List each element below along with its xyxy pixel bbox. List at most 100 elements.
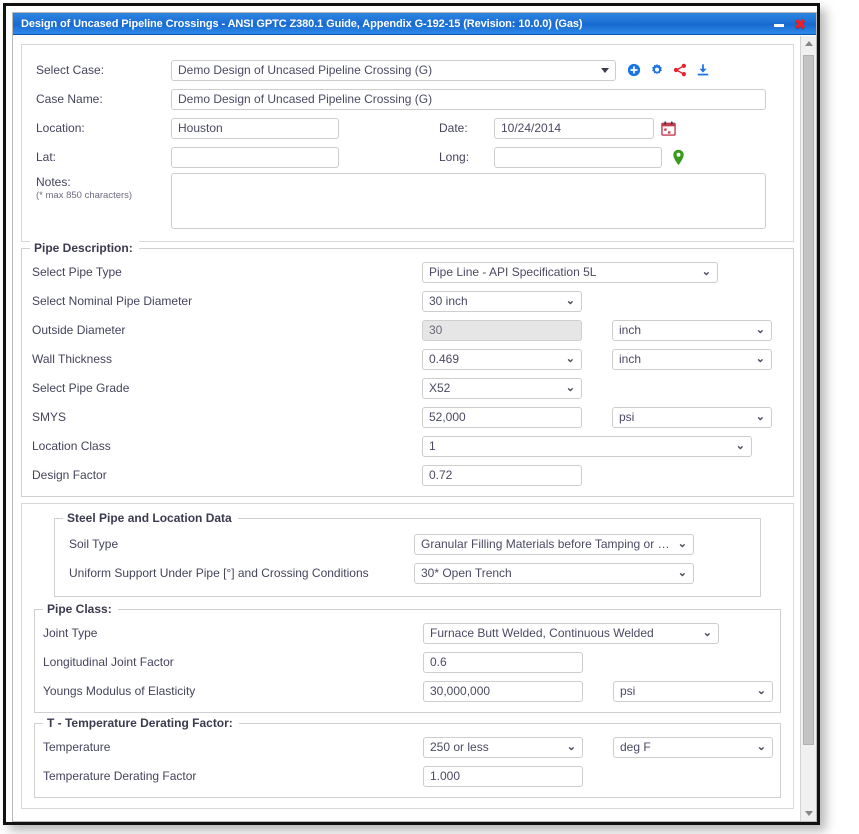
temperature-legend: T - Temperature Derating Factor:	[43, 716, 239, 730]
youngs-modulus-of-elasticity-unit-select[interactable]: psi ⌄	[613, 680, 773, 702]
location-input[interactable]: Houston	[171, 117, 339, 139]
date-input[interactable]: 10/24/2014	[494, 117, 654, 139]
soil-type-field[interactable]: Granular Filling Materials before Tampin…	[414, 533, 694, 555]
chevron-down-icon: ⌄	[677, 566, 687, 579]
map-pin-icon[interactable]	[672, 149, 685, 166]
uniform-support-under-pipe-and-crossing-conditions-field-value: 30* Open Trench	[421, 566, 512, 580]
window-outer-border: Design of Uncased Pipeline Crossings - A…	[3, 3, 820, 825]
steel-pipe-legend: Steel Pipe and Location Data	[63, 511, 238, 525]
longitudinal-joint-factor-field[interactable]: 0.6	[423, 651, 583, 673]
chevron-down-icon: ⌄	[565, 352, 575, 365]
location-class-label: Location Class	[32, 439, 111, 453]
long-input[interactable]	[494, 146, 662, 168]
uniform-support-under-pipe-and-crossing-conditions-label: Uniform Support Under Pipe [°] and Cross…	[69, 566, 369, 580]
notes-row: Notes: (* max 850 characters)	[36, 173, 779, 229]
youngs-modulus-of-elasticity-field[interactable]: 30,000,000	[423, 680, 583, 702]
case-toolbar	[627, 63, 710, 77]
select-pipe-type-label: Select Pipe Type	[32, 265, 122, 279]
location-value: Houston	[178, 121, 223, 135]
notes-textarea[interactable]	[171, 173, 766, 229]
temperature-derating-factor-row: Temperature Derating Factor 1.000	[43, 763, 774, 789]
select-pipe-grade-label: Select Pipe Grade	[32, 381, 130, 395]
pipe-description-panel: Pipe Description: Select Pipe Type Pipe L…	[21, 241, 794, 497]
chevron-down-icon	[804, 811, 813, 816]
vertical-scrollbar[interactable]	[800, 36, 816, 821]
temperature-derating-factor-field-value: 1.000	[430, 769, 461, 783]
chevron-down-icon: ⌄	[735, 439, 745, 452]
select-pipe-type-field[interactable]: Pipe Line - API Specification 5L ⌄	[422, 261, 718, 283]
select-nominal-pipe-diameter-label: Select Nominal Pipe Diameter	[32, 294, 193, 308]
temperature-derating-factor-label: Temperature Derating Factor	[43, 769, 197, 783]
add-circle-icon[interactable]	[627, 63, 641, 77]
calendar-icon[interactable]	[661, 121, 676, 136]
location-class-field[interactable]: 1 ⌄	[422, 435, 752, 457]
select-pipe-type-row: Select Pipe Type Pipe Line - API Specific…	[32, 259, 783, 285]
long-label: Long:	[439, 150, 470, 164]
joint-type-label: Joint Type	[43, 626, 98, 640]
scrollbar-track[interactable]	[801, 51, 816, 806]
close-icon[interactable]: ✖	[794, 17, 806, 31]
wall-thickness-field[interactable]: 0.469 ⌄	[422, 348, 582, 370]
youngs-modulus-of-elasticity-unit-select-value: psi	[620, 684, 636, 698]
window-title: Design of Uncased Pipeline Crossings - A…	[21, 17, 583, 30]
case-name-row: Case Name: Demo Design of Uncased Pipeli…	[36, 86, 779, 112]
select-case-dropdown[interactable]: Demo Design of Uncased Pipeline Crossing…	[171, 59, 616, 81]
uniform-support-under-pipe-and-crossing-conditions-row: Uniform Support Under Pipe [°] and Cross…	[69, 560, 750, 586]
select-case-value: Demo Design of Uncased Pipeline Crossing…	[178, 63, 433, 77]
scroll-down-button[interactable]	[801, 806, 816, 821]
smys-field[interactable]: 52,000	[422, 406, 582, 428]
temperature-rows: Temperature 250 or less ⌄ deg F ⌄ Temperature…	[43, 734, 774, 789]
case-name-label: Case Name:	[36, 92, 103, 106]
scrollbar-thumb[interactable]	[803, 55, 814, 745]
chevron-up-icon	[804, 41, 813, 46]
wall-thickness-unit-select[interactable]: inch ⌄	[612, 348, 772, 370]
design-factor-label: Design Factor	[32, 468, 107, 482]
pipe-class-fieldset: Pipe Class: Joint Type Furnace Butt Welde…	[34, 602, 781, 713]
outside-diameter-row: Outside Diameter 30 inch ⌄	[32, 317, 783, 343]
joint-type-field[interactable]: Furnace Butt Welded, Continuous Welded ⌄	[423, 622, 719, 644]
youngs-modulus-of-elasticity-label: Youngs Modulus of Elasticity	[43, 684, 196, 698]
temperature-row: Temperature 250 or less ⌄ deg F ⌄	[43, 734, 774, 760]
select-pipe-type-field-value: Pipe Line - API Specification 5L	[429, 265, 597, 279]
minimize-button[interactable]	[774, 23, 785, 27]
select-pipe-grade-field-value: X52	[429, 381, 451, 395]
location-date-row: Location: Houston Date: 10/24/2014	[36, 115, 779, 141]
design-factor-row: Design Factor 0.72	[32, 462, 783, 488]
scroll-up-button[interactable]	[801, 36, 816, 51]
outside-diameter-unit-select[interactable]: inch ⌄	[612, 319, 772, 341]
case-panel: Select Case: Demo Design of Uncased Pipe…	[21, 44, 794, 242]
case-name-value: Demo Design of Uncased Pipeline Crossing…	[178, 92, 433, 106]
select-nominal-pipe-diameter-field[interactable]: 30 inch ⌄	[422, 290, 582, 312]
design-factor-field[interactable]: 0.72	[422, 464, 582, 486]
location-class-field-value: 1	[429, 439, 436, 453]
temperature-unit-select[interactable]: deg F ⌄	[613, 736, 773, 758]
window-body: Select Case: Demo Design of Uncased Pipe…	[13, 35, 816, 821]
temperature-field[interactable]: 250 or less ⌄	[423, 736, 583, 758]
longitudinal-joint-factor-row: Longitudinal Joint Factor 0.6	[43, 649, 774, 675]
share-icon[interactable]	[673, 63, 687, 77]
chevron-down-icon: ⌄	[565, 381, 575, 394]
uniform-support-under-pipe-and-crossing-conditions-field[interactable]: 30* Open Trench ⌄	[414, 562, 694, 584]
select-pipe-grade-field[interactable]: X52 ⌄	[422, 377, 582, 399]
soil-type-field-value: Granular Filling Materials before Tampin…	[421, 537, 672, 551]
chevron-down-icon: ⌄	[565, 294, 575, 307]
steel-pipe-rows: Soil Type Granular Filling Materials befo…	[69, 531, 750, 586]
longitudinal-joint-factor-label: Longitudinal Joint Factor	[43, 655, 174, 669]
scroll-content: Select Case: Demo Design of Uncased Pipe…	[13, 36, 800, 821]
app-screenshot: Design of Uncased Pipeline Crossings - A…	[0, 0, 859, 834]
gear-icon[interactable]	[650, 63, 664, 77]
temperature-derating-factor-field[interactable]: 1.000	[423, 765, 583, 787]
chevron-down-icon: ⌄	[701, 265, 711, 278]
youngs-modulus-of-elasticity-row: Youngs Modulus of Elasticity 30,000,000 ps…	[43, 678, 774, 704]
select-nominal-pipe-diameter-row: Select Nominal Pipe Diameter 30 inch ⌄	[32, 288, 783, 314]
smys-unit-select[interactable]: psi ⌄	[612, 406, 772, 428]
select-pipe-grade-row: Select Pipe Grade X52 ⌄	[32, 375, 783, 401]
smys-label: SMYS	[32, 410, 67, 424]
case-name-input[interactable]: Demo Design of Uncased Pipeline Crossing…	[171, 88, 766, 110]
chevron-down-icon: ⌄	[566, 740, 576, 753]
download-icon[interactable]	[696, 63, 710, 77]
date-label: Date:	[439, 121, 468, 135]
lat-input[interactable]	[171, 146, 339, 168]
youngs-modulus-of-elasticity-field-value: 30,000,000	[430, 684, 491, 698]
wall-thickness-label: Wall Thickness	[32, 352, 113, 366]
